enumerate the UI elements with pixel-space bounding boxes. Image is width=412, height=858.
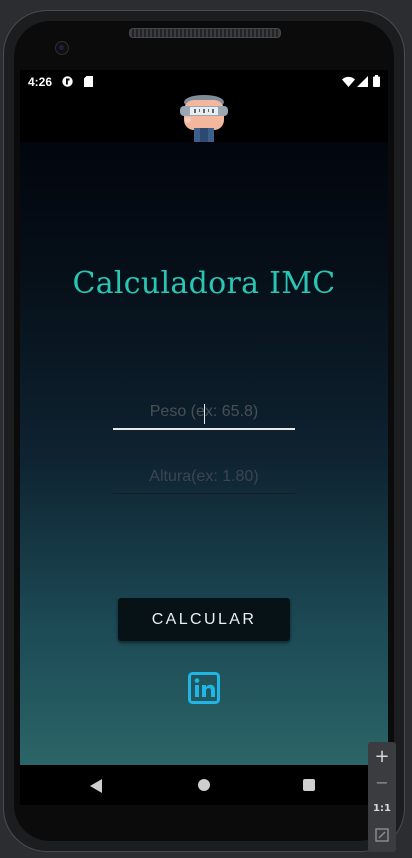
- front-camera: [55, 41, 69, 55]
- earpiece-speaker: [129, 28, 281, 38]
- zoom-out-button[interactable]: −: [368, 770, 396, 796]
- emulator-window: 4:26 Calculadora IMC Peso (ex: 65.8) Alt…: [0, 0, 412, 858]
- page-title: Calculadora IMC: [72, 266, 336, 301]
- app-header: [20, 94, 388, 142]
- calculate-button[interactable]: CALCULAR: [118, 598, 290, 641]
- home-icon[interactable]: [198, 779, 210, 791]
- back-icon[interactable]: [90, 778, 102, 797]
- linkedin-icon[interactable]: [188, 672, 220, 704]
- fit-screen-icon[interactable]: [368, 822, 396, 848]
- text-cursor: [204, 404, 205, 424]
- app-notification-icon: [62, 76, 73, 90]
- status-bar: 4:26: [20, 70, 388, 94]
- navigation-bar: [20, 765, 388, 805]
- scale-person-icon: [178, 94, 230, 146]
- battery-icon: [373, 75, 380, 90]
- emulator-zoom-toolbar: + − 1:1: [368, 742, 396, 852]
- height-input[interactable]: [113, 460, 295, 494]
- recents-icon[interactable]: [303, 779, 315, 791]
- actual-size-button[interactable]: 1:1: [368, 796, 396, 822]
- wifi-icon: [342, 76, 355, 90]
- signal-icon: [357, 76, 368, 90]
- main-content: Calculadora IMC CALCULAR: [20, 142, 388, 765]
- status-time: 4:26: [28, 75, 53, 89]
- zoom-in-button[interactable]: +: [368, 744, 396, 770]
- device-screen: 4:26 Calculadora IMC Peso (ex: 65.8) Alt…: [20, 70, 388, 805]
- sd-card-icon: [84, 76, 93, 90]
